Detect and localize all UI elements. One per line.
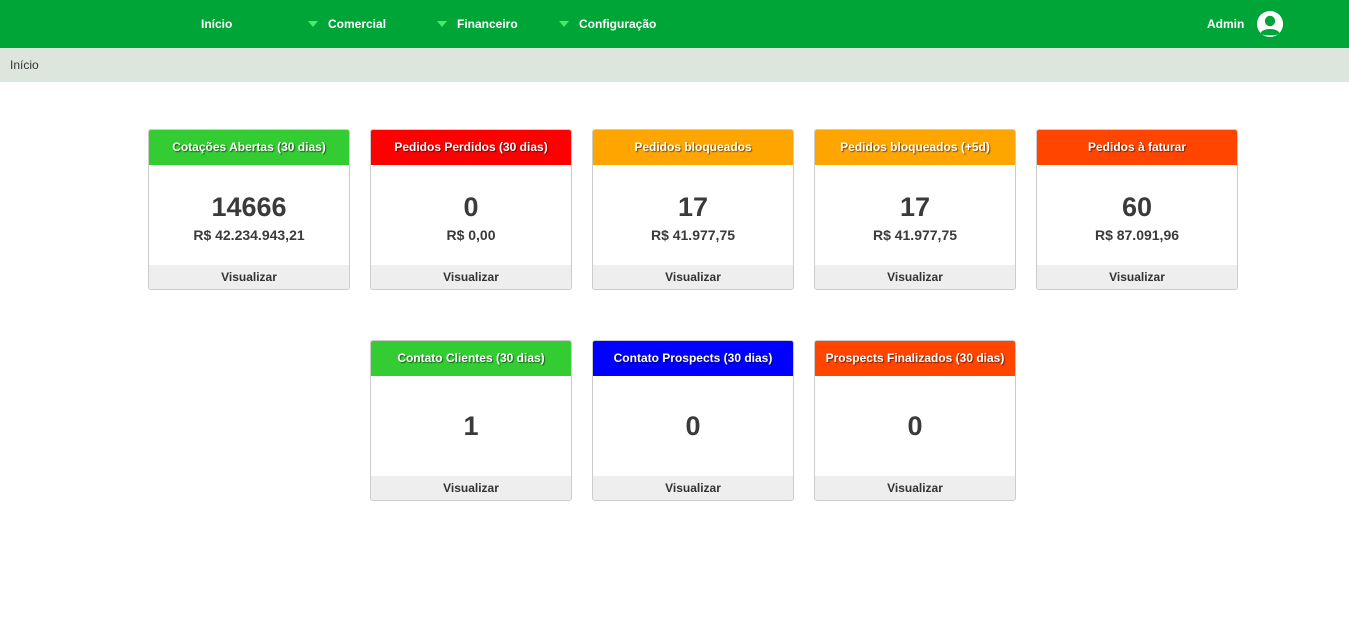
card-count: 1 (463, 411, 479, 441)
card-body: 0 R$ 0,00 (371, 165, 571, 265)
caret-down-icon (559, 20, 569, 27)
card-finished-prospects: Prospects Finalizados (30 dias) 0 Visual… (814, 340, 1016, 501)
user-name[interactable]: Admin (1207, 0, 1244, 48)
breadcrumb: Início (10, 58, 39, 72)
card-body: 1 (371, 376, 571, 476)
card-amount: R$ 0,00 (446, 227, 496, 243)
view-button[interactable]: Visualizar (593, 476, 793, 500)
nav-home-label: Início (201, 17, 233, 31)
view-button[interactable]: Visualizar (1037, 265, 1237, 289)
nav-settings-menu[interactable]: Configuração (559, 0, 656, 48)
card-title: Contato Clientes (30 dias) (371, 341, 571, 376)
nav-commercial-label: Comercial (328, 17, 387, 31)
card-open-quotes: Cotações Abertas (30 dias) 14666 R$ 42.2… (148, 129, 350, 290)
card-title: Pedidos bloqueados (593, 130, 793, 165)
card-amount: R$ 87.091,96 (1094, 227, 1180, 243)
card-count: 0 (463, 192, 479, 222)
view-button[interactable]: Visualizar (593, 265, 793, 289)
caret-down-icon (437, 20, 447, 27)
breadcrumb-bar: Início (0, 48, 1349, 82)
card-count: 17 (677, 192, 709, 222)
card-amount: R$ 41.977,75 (872, 227, 958, 243)
card-client-contacts: Contato Clientes (30 dias) 1 Visualizar (370, 340, 572, 501)
user-avatar-icon[interactable] (1257, 11, 1283, 37)
card-count: 17 (899, 192, 931, 222)
nav-financial-menu[interactable]: Financeiro (437, 0, 518, 48)
card-title: Pedidos Perdidos (30 dias) (371, 130, 571, 165)
card-title: Pedidos à faturar (1037, 130, 1237, 165)
card-title: Prospects Finalizados (30 dias) (815, 341, 1015, 376)
card-count: 0 (907, 411, 923, 441)
card-count: 0 (685, 411, 701, 441)
top-navbar: Início Comercial Financeiro Configuração… (0, 0, 1349, 48)
card-count: 14666 (211, 192, 287, 222)
card-body: 17 R$ 41.977,75 (815, 165, 1015, 265)
card-body: 17 R$ 41.977,75 (593, 165, 793, 265)
nav-home[interactable]: Início (201, 0, 232, 48)
card-body: 14666 R$ 42.234.943,21 (149, 165, 349, 265)
card-title: Contato Prospects (30 dias) (593, 341, 793, 376)
card-title: Cotações Abertas (30 dias) (149, 130, 349, 165)
card-body: 60 R$ 87.091,96 (1037, 165, 1237, 265)
card-lost-orders: Pedidos Perdidos (30 dias) 0 R$ 0,00 Vis… (370, 129, 572, 290)
card-count: 60 (1121, 192, 1153, 222)
nav-financial-label: Financeiro (457, 17, 518, 31)
card-blocked-orders-5d: Pedidos bloqueados (+5d) 17 R$ 41.977,75… (814, 129, 1016, 290)
card-amount: R$ 42.234.943,21 (193, 227, 305, 243)
card-title: Pedidos bloqueados (+5d) (815, 130, 1015, 165)
card-prospect-contacts: Contato Prospects (30 dias) 0 Visualizar (592, 340, 794, 501)
card-blocked-orders: Pedidos bloqueados 17 R$ 41.977,75 Visua… (592, 129, 794, 290)
view-button[interactable]: Visualizar (149, 265, 349, 289)
card-body: 0 (815, 376, 1015, 476)
card-body: 0 (593, 376, 793, 476)
view-button[interactable]: Visualizar (815, 476, 1015, 500)
nav-settings-label: Configuração (579, 17, 657, 31)
caret-down-icon (308, 20, 318, 27)
nav-commercial-menu[interactable]: Comercial (308, 0, 386, 48)
card-amount: R$ 41.977,75 (650, 227, 736, 243)
card-orders-to-invoice: Pedidos à faturar 60 R$ 87.091,96 Visual… (1036, 129, 1238, 290)
view-button[interactable]: Visualizar (815, 265, 1015, 289)
view-button[interactable]: Visualizar (371, 476, 571, 500)
view-button[interactable]: Visualizar (371, 265, 571, 289)
